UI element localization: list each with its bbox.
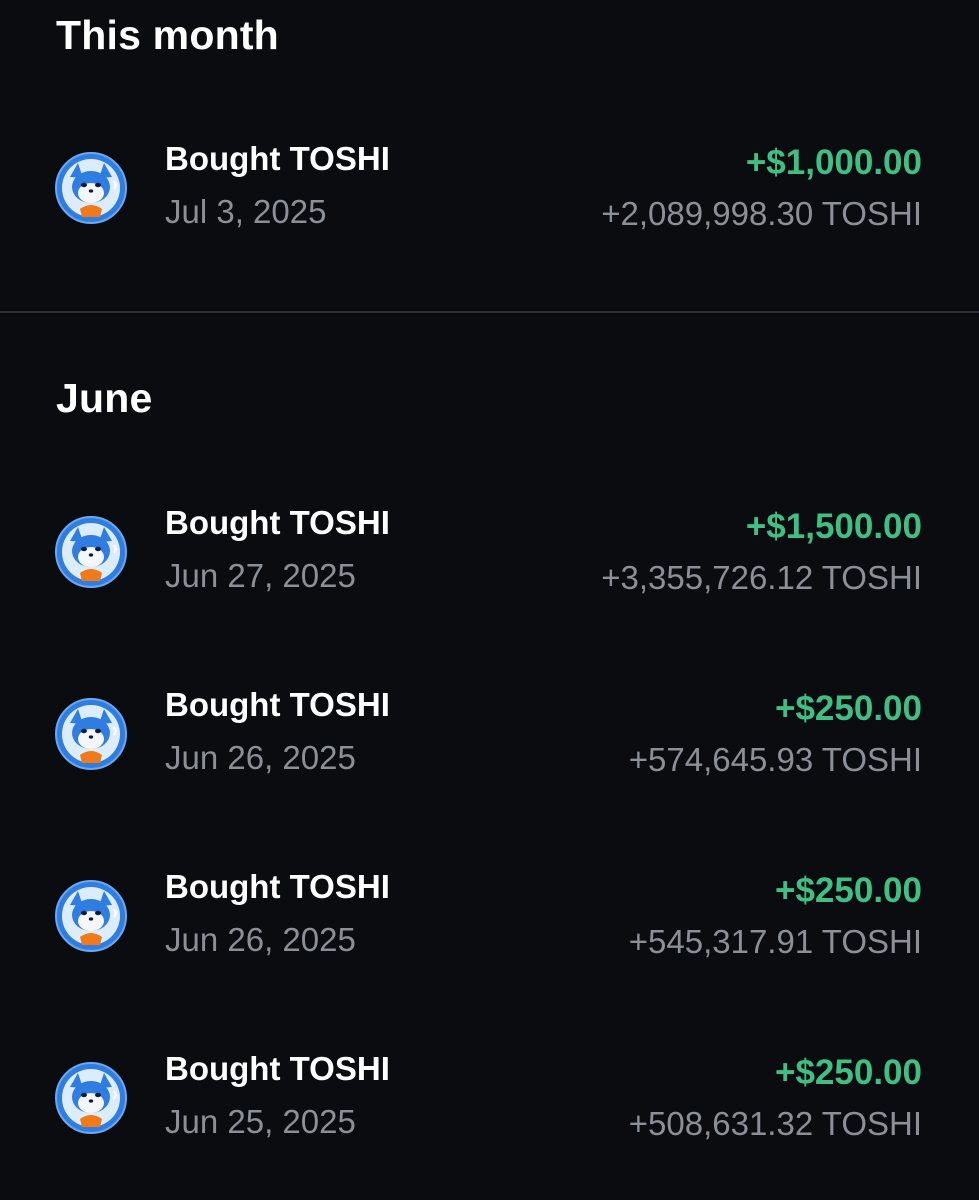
transaction-fiat-amount: +$250.00 (775, 1053, 922, 1092)
toshi-token-icon (54, 515, 128, 589)
transaction-title: Bought TOSHI (165, 686, 390, 723)
toshi-token-icon (54, 879, 128, 953)
transaction-date: Jul 3, 2025 (165, 193, 327, 230)
toshi-token-icon (54, 697, 128, 771)
transaction-row[interactable]: Bought TOSHI Jun 27, 2025 +$1,500.00 +3,… (0, 504, 979, 624)
transaction-token-amount: +3,355,726.12 TOSHI (601, 559, 922, 596)
transaction-row[interactable]: Bought TOSHI Jun 26, 2025 +$250.00 +574,… (0, 686, 979, 806)
transaction-row[interactable]: Bought TOSHI Jun 25, 2025 +$250.00 +508,… (0, 1050, 979, 1170)
section-title-june: June (56, 375, 153, 421)
transaction-date: Jun 27, 2025 (165, 557, 356, 594)
transaction-title: Bought TOSHI (165, 1050, 390, 1087)
transaction-fiat-amount: +$250.00 (775, 871, 922, 910)
toshi-token-icon (54, 1061, 128, 1135)
transaction-title: Bought TOSHI (165, 504, 390, 541)
transaction-fiat-amount: +$1,000.00 (745, 143, 922, 182)
transaction-fiat-amount: +$1,500.00 (745, 507, 922, 546)
transaction-token-amount: +508,631.32 TOSHI (628, 1105, 922, 1142)
section-divider (0, 311, 979, 313)
transaction-token-amount: +2,089,998.30 TOSHI (601, 195, 922, 232)
transaction-title: Bought TOSHI (165, 868, 390, 905)
transaction-row[interactable]: Bought TOSHI Jun 26, 2025 +$250.00 +545,… (0, 868, 979, 988)
toshi-token-icon (54, 151, 128, 225)
transaction-date: Jun 25, 2025 (165, 1103, 356, 1140)
transaction-date: Jun 26, 2025 (165, 921, 356, 958)
transaction-date: Jun 26, 2025 (165, 739, 356, 776)
section-title-this-month: This month (56, 12, 279, 58)
transaction-row[interactable]: Bought TOSHI Jul 3, 2025 +$1,000.00 +2,0… (0, 140, 979, 260)
transaction-token-amount: +574,645.93 TOSHI (628, 741, 922, 778)
transaction-token-amount: +545,317.91 TOSHI (628, 923, 922, 960)
transaction-title: Bought TOSHI (165, 140, 390, 177)
transaction-fiat-amount: +$250.00 (775, 689, 922, 728)
